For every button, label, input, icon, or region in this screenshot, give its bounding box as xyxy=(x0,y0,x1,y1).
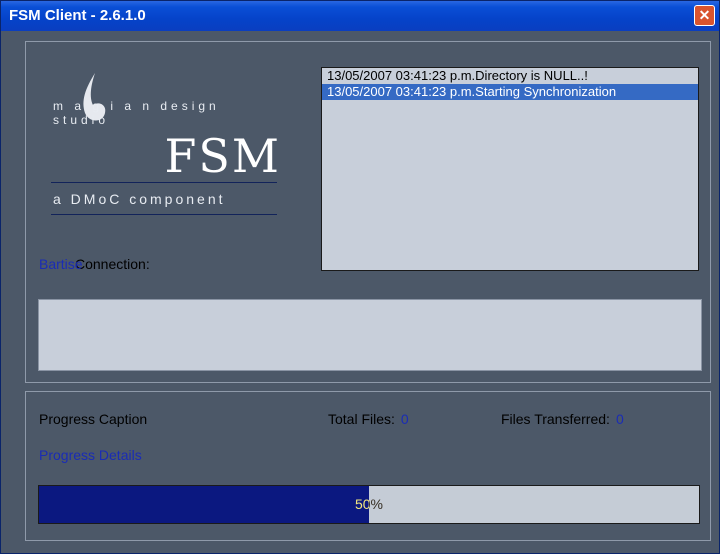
close-icon: ✕ xyxy=(698,7,711,23)
total-files-value: 0 xyxy=(400,411,409,427)
files-transferred-label: Files Transferred: xyxy=(501,411,610,427)
files-transferred-value: 0 xyxy=(615,411,624,427)
total-files-label: Total Files: xyxy=(328,411,395,427)
log-list-item[interactable]: 13/05/2007 03:41:23 p.m.Starting Synchro… xyxy=(322,84,698,100)
progress-bar: 50% xyxy=(38,485,700,524)
total-files: Total Files: 0 xyxy=(328,411,409,427)
log-listbox[interactable]: 13/05/2007 03:41:23 p.m.Directory is NUL… xyxy=(321,67,699,271)
connection-status-text: Bartise xyxy=(39,256,83,272)
logo-product-name: FSM xyxy=(164,129,281,183)
brand-logo: m a g i a n design studio FSM a DMoC com… xyxy=(51,71,281,221)
window-title: FSM Client - 2.6.1.0 xyxy=(9,7,146,24)
close-button[interactable]: ✕ xyxy=(694,5,715,26)
logo-subtitle: a DMoC component xyxy=(53,191,226,207)
logo-divider-bottom xyxy=(51,214,277,215)
progress-percent-text: 50% xyxy=(354,496,384,512)
logo-divider-top xyxy=(51,182,277,183)
progress-caption: Progress Caption xyxy=(39,411,148,427)
log-list-item[interactable]: 13/05/2007 03:41:23 p.m.Directory is NUL… xyxy=(322,68,698,84)
status-message-box xyxy=(38,299,702,371)
title-bar[interactable]: FSM Client - 2.6.1.0 ✕ xyxy=(1,1,719,31)
progress-details: Progress Details xyxy=(39,447,142,463)
logo-studio-text: m a g i a n design studio xyxy=(53,99,220,127)
app-window: FSM Client - 2.6.1.0 ✕ m a g i a n desig… xyxy=(0,0,720,554)
files-transferred: Files Transferred: 0 xyxy=(501,411,624,427)
